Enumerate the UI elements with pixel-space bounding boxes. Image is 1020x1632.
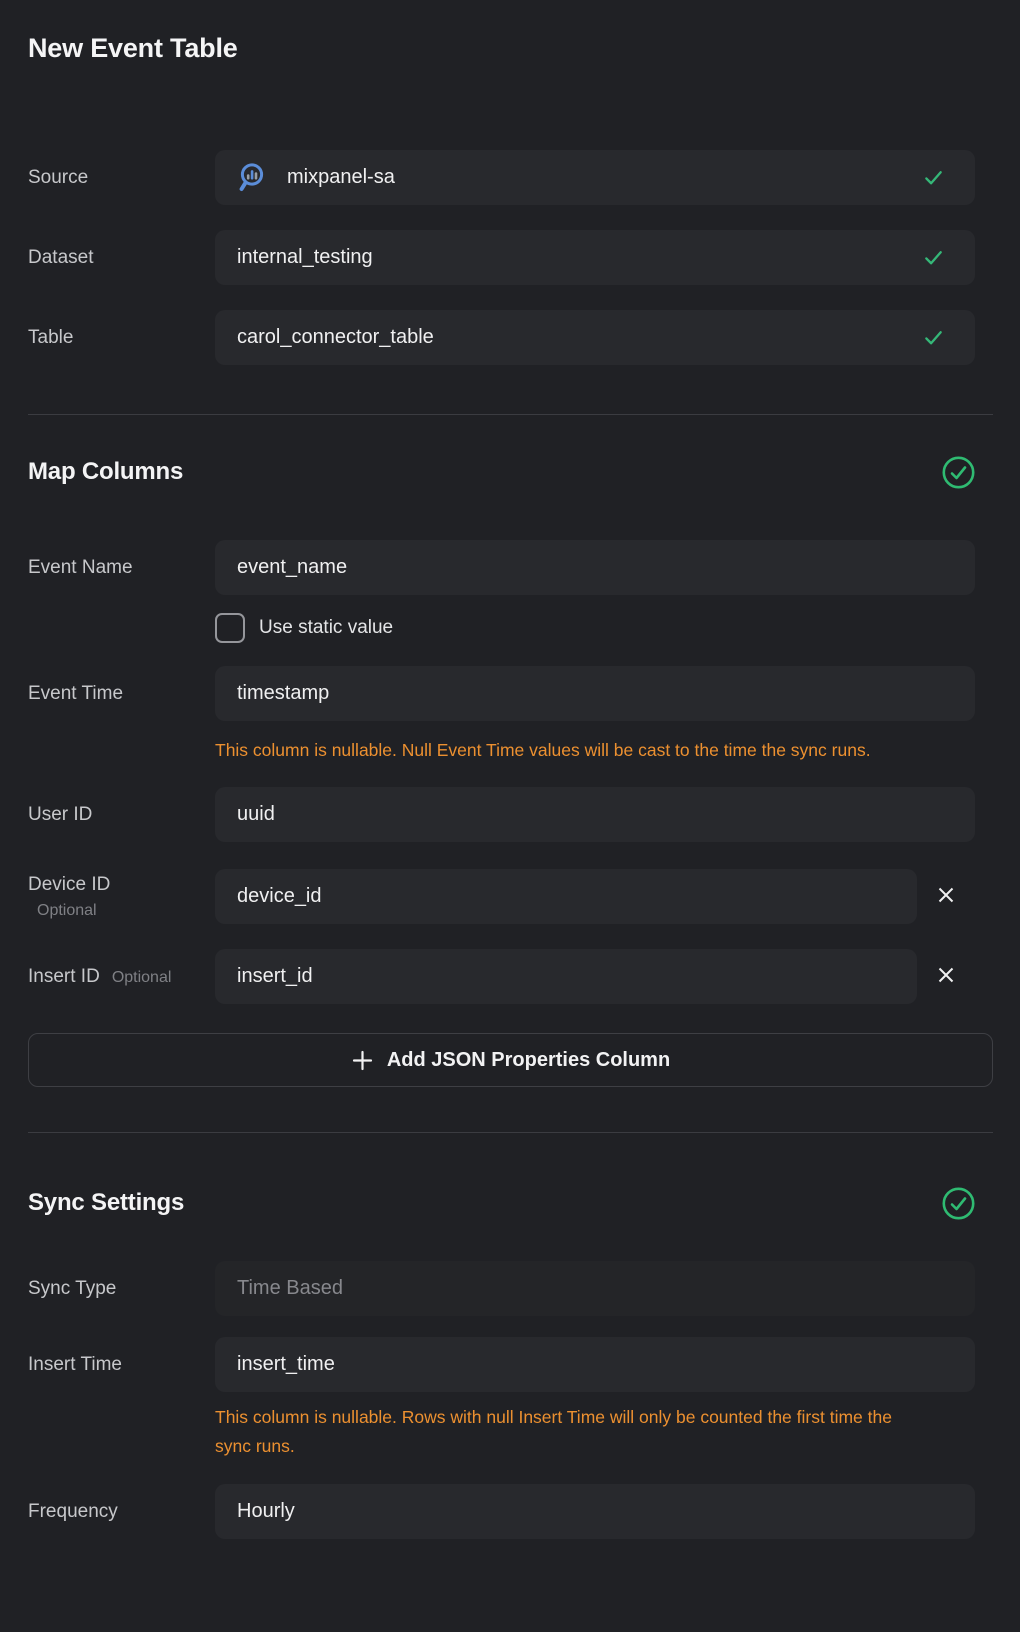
- event-name-row: Event Name event_name: [28, 540, 975, 595]
- sync-type-value: Time Based: [237, 1277, 343, 1300]
- section-divider: [28, 1132, 993, 1133]
- insert-time-value: insert_time: [237, 1353, 335, 1376]
- event-name-label: Event Name: [28, 556, 215, 580]
- event-name-field[interactable]: event_name: [215, 540, 975, 595]
- device-id-optional-label: Optional: [37, 901, 215, 921]
- plus-icon: [351, 1049, 374, 1072]
- table-value: carol_connector_table: [237, 326, 434, 349]
- frequency-label: Frequency: [28, 1500, 215, 1524]
- table-field[interactable]: carol_connector_table: [215, 310, 975, 365]
- table-label: Table: [28, 326, 215, 350]
- use-static-value-label: Use static value: [259, 617, 393, 639]
- valid-check-icon: [922, 326, 945, 349]
- use-static-value-checkbox[interactable]: [215, 613, 245, 643]
- insert-id-value: insert_id: [237, 965, 313, 988]
- device-id-field[interactable]: device_id: [215, 869, 917, 924]
- frequency-field[interactable]: Hourly: [215, 1484, 975, 1539]
- section-complete-icon: [942, 1187, 975, 1220]
- remove-device-id-button[interactable]: [917, 869, 975, 924]
- insert-id-field[interactable]: insert_id: [215, 949, 917, 1004]
- valid-check-icon: [922, 246, 945, 269]
- section-divider: [28, 414, 993, 415]
- user-id-label: User ID: [28, 803, 215, 827]
- device-id-value: device_id: [237, 885, 322, 908]
- sync-type-row: Sync Type Time Based: [28, 1261, 975, 1316]
- close-icon: [935, 884, 957, 909]
- use-static-value-row: Use static value: [215, 613, 993, 643]
- sync-settings-header: Sync Settings: [28, 1183, 975, 1223]
- page-title: New Event Table: [28, 0, 993, 66]
- dataset-value: internal_testing: [237, 246, 373, 269]
- event-time-field[interactable]: timestamp: [215, 666, 975, 721]
- section-complete-icon: [942, 456, 975, 489]
- source-row: Source mixpanel-sa: [28, 150, 975, 205]
- add-json-properties-button[interactable]: Add JSON Properties Column: [28, 1033, 993, 1087]
- frequency-row: Frequency Hourly: [28, 1484, 975, 1539]
- new-event-table-form: New Event Table Source mixpanel-sa: [0, 0, 1020, 1632]
- user-id-field[interactable]: uuid: [215, 787, 975, 842]
- map-columns-header: Map Columns: [28, 452, 975, 492]
- sync-type-field: Time Based: [215, 1261, 975, 1316]
- insert-time-label: Insert Time: [28, 1353, 215, 1377]
- remove-insert-id-button[interactable]: [917, 949, 975, 1004]
- sync-type-label: Sync Type: [28, 1277, 215, 1301]
- user-id-value: uuid: [237, 803, 275, 826]
- insert-time-field[interactable]: insert_time: [215, 1337, 975, 1392]
- valid-check-icon: [922, 166, 945, 189]
- event-time-row: Event Time timestamp: [28, 666, 975, 721]
- map-columns-heading: Map Columns: [28, 458, 183, 486]
- event-name-value: event_name: [237, 556, 347, 579]
- mixpanel-logo-icon: [237, 161, 270, 194]
- user-id-row: User ID uuid: [28, 787, 975, 842]
- device-id-row: Device ID Optional device_id: [28, 869, 975, 924]
- insert-id-row: Insert ID Optional insert_id: [28, 949, 975, 1004]
- event-time-warning: This column is nullable. Null Event Time…: [215, 736, 921, 765]
- source-label: Source: [28, 166, 215, 190]
- event-time-value: timestamp: [237, 682, 329, 705]
- device-id-label: Device ID: [28, 873, 215, 897]
- close-icon: [935, 964, 957, 989]
- event-time-label: Event Time: [28, 682, 215, 706]
- frequency-value: Hourly: [237, 1500, 295, 1523]
- source-value: mixpanel-sa: [287, 166, 395, 189]
- table-row: Table carol_connector_table: [28, 310, 975, 365]
- dataset-field[interactable]: internal_testing: [215, 230, 975, 285]
- dataset-row: Dataset internal_testing: [28, 230, 975, 285]
- insert-id-optional-label: Optional: [112, 968, 172, 988]
- dataset-label: Dataset: [28, 246, 215, 270]
- sync-settings-heading: Sync Settings: [28, 1189, 184, 1217]
- insert-time-row: Insert Time insert_time: [28, 1337, 975, 1392]
- insert-time-warning: This column is nullable. Rows with null …: [215, 1403, 921, 1461]
- source-field[interactable]: mixpanel-sa: [215, 150, 975, 205]
- add-json-properties-label: Add JSON Properties Column: [387, 1049, 670, 1072]
- insert-id-label: Insert ID: [28, 965, 100, 989]
